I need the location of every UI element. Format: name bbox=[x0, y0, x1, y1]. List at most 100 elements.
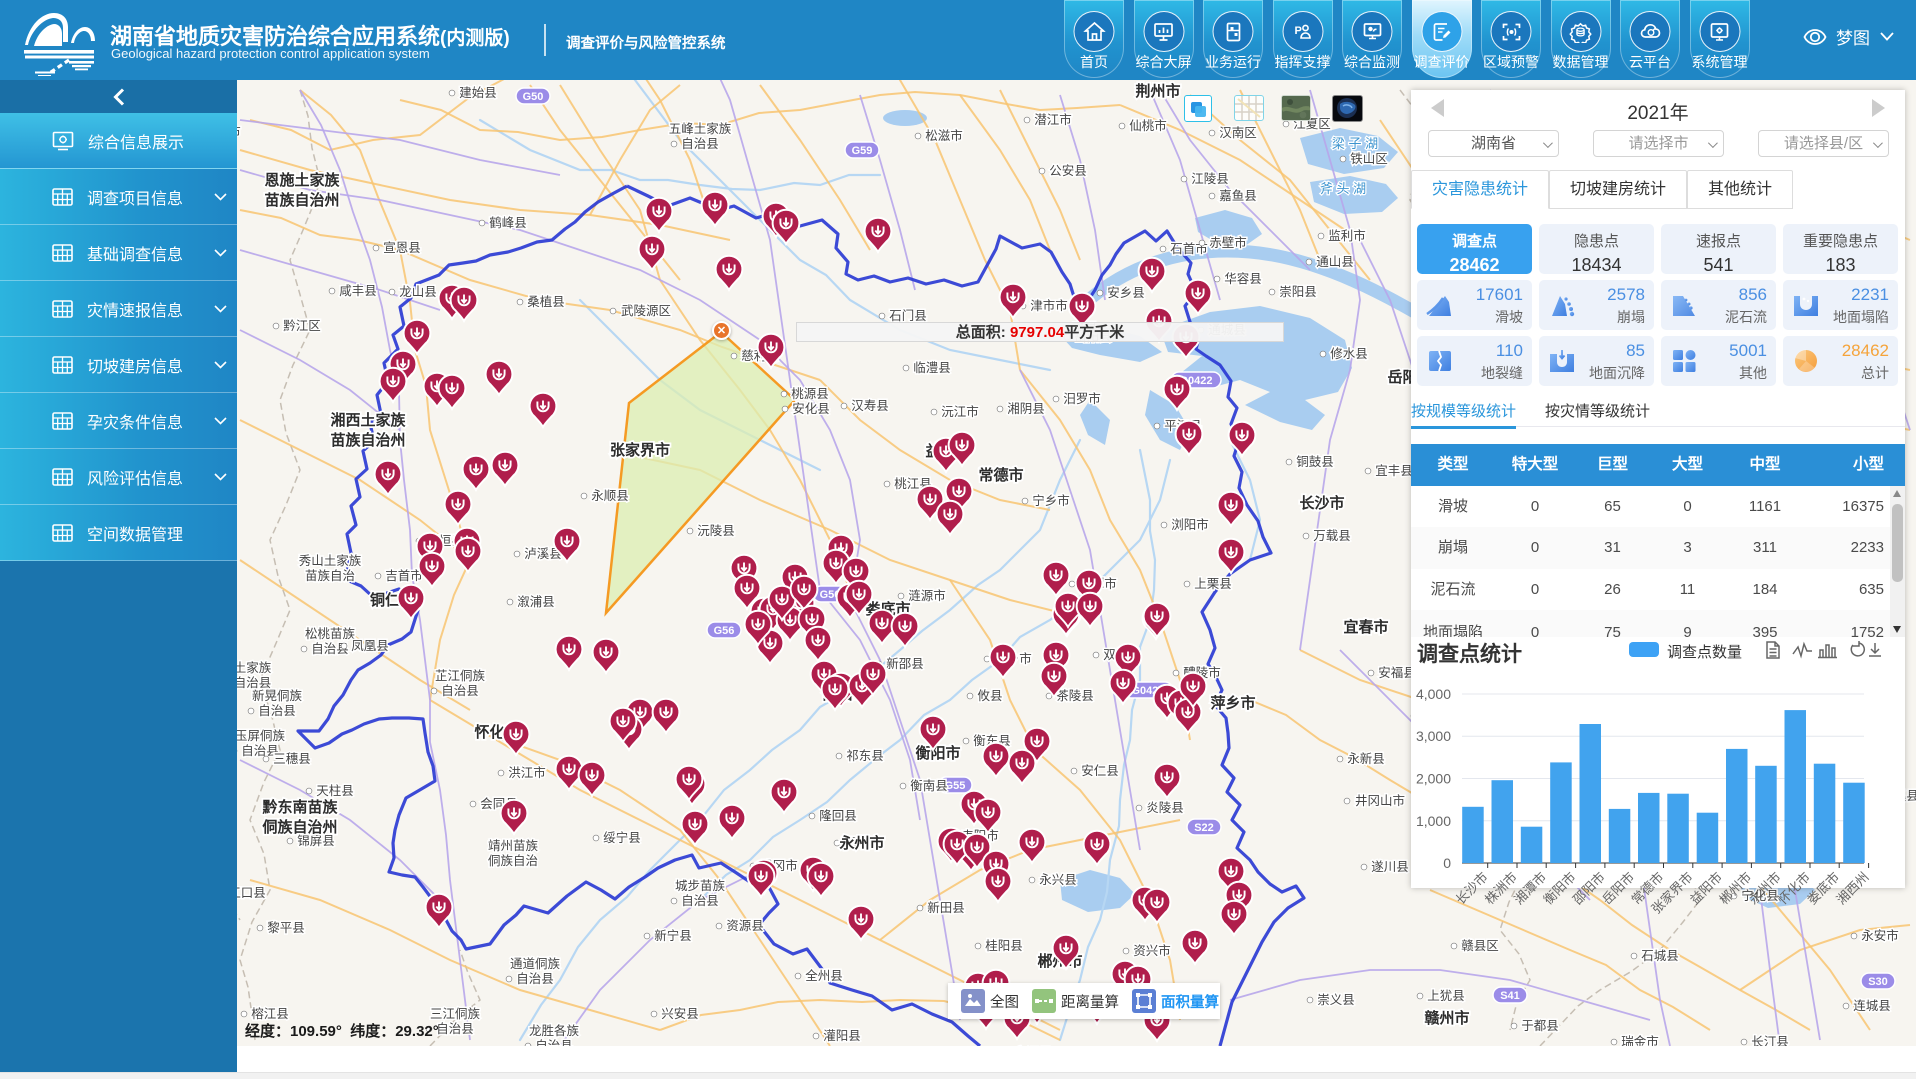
svg-text:三穗县: 三穗县 bbox=[273, 752, 311, 766]
svg-text:祁东县: 祁东县 bbox=[846, 748, 884, 763]
svg-text:侗族自治: 侗族自治 bbox=[488, 854, 538, 868]
svg-text:长汀县: 长汀县 bbox=[1751, 1035, 1789, 1046]
svg-text:松滋市: 松滋市 bbox=[925, 128, 963, 143]
svg-text:鹤峰县: 鹤峰县 bbox=[489, 215, 527, 230]
svg-text:五峰土家族: 五峰土家族 bbox=[669, 121, 732, 136]
svg-text:永州市: 永州市 bbox=[838, 834, 884, 852]
svg-text:兴安县: 兴安县 bbox=[661, 1006, 699, 1021]
svg-text:茶陵县: 茶陵县 bbox=[1056, 688, 1094, 703]
svg-text:通山县: 通山县 bbox=[1316, 255, 1354, 269]
svg-text:衡南县: 衡南县 bbox=[910, 778, 948, 793]
svg-text:靖州苗族: 靖州苗族 bbox=[488, 839, 539, 853]
svg-text:榕江县: 榕江县 bbox=[251, 1006, 289, 1021]
svg-text:G56: G56 bbox=[714, 625, 735, 637]
svg-text:4,000: 4,000 bbox=[1416, 686, 1451, 702]
svg-text:安乡县: 安乡县 bbox=[1107, 285, 1145, 300]
svg-text:永兴县: 永兴县 bbox=[1039, 873, 1077, 887]
svg-text:长沙市: 长沙市 bbox=[1299, 494, 1344, 512]
svg-text:自治县: 自治县 bbox=[516, 972, 554, 986]
svg-text:新邵县: 新邵县 bbox=[886, 656, 924, 671]
svg-text:城步苗族: 城步苗族 bbox=[675, 879, 726, 893]
svg-text:龙胜各族: 龙胜各族 bbox=[529, 1023, 580, 1038]
svg-text:宁乡市: 宁乡市 bbox=[1032, 493, 1070, 508]
svg-text:斧 头 湖: 斧 头 湖 bbox=[1320, 181, 1366, 196]
svg-text:湘西土家族: 湘西土家族 bbox=[330, 411, 406, 429]
svg-text:荆州市: 荆州市 bbox=[1135, 82, 1180, 100]
svg-text:凤凰县: 凤凰县 bbox=[351, 639, 389, 653]
svg-text:梁 子 湖: 梁 子 湖 bbox=[1332, 136, 1378, 151]
svg-text:资源县: 资源县 bbox=[726, 919, 764, 933]
svg-text:玉屏侗族: 玉屏侗族 bbox=[235, 729, 286, 743]
svg-text:赣州市: 赣州市 bbox=[1424, 1009, 1469, 1027]
svg-text:苗族自治州: 苗族自治州 bbox=[264, 191, 339, 209]
svg-text:津市市: 津市市 bbox=[1030, 298, 1068, 313]
svg-text:江陵县: 江陵县 bbox=[1191, 172, 1229, 186]
svg-text:崇义县: 崇义县 bbox=[1317, 993, 1355, 1007]
svg-text:咸丰县: 咸丰县 bbox=[339, 284, 377, 298]
svg-text:赣县区: 赣县区 bbox=[1461, 939, 1499, 953]
svg-text:汨罗市: 汨罗市 bbox=[1063, 391, 1101, 406]
svg-text:永顺县: 永顺县 bbox=[591, 489, 629, 503]
svg-text:侗族自治州: 侗族自治州 bbox=[261, 818, 337, 836]
svg-text:2,000: 2,000 bbox=[1416, 771, 1451, 787]
svg-text:恩施土家族: 恩施土家族 bbox=[264, 171, 340, 189]
svg-text:秀山土家族: 秀山土家族 bbox=[299, 553, 362, 568]
svg-text:G59: G59 bbox=[852, 145, 873, 157]
svg-text:3,000: 3,000 bbox=[1416, 728, 1451, 744]
svg-text:S41: S41 bbox=[1500, 990, 1520, 1002]
svg-text:自治县: 自治县 bbox=[441, 684, 479, 698]
svg-text:桂阳县: 桂阳县 bbox=[985, 938, 1023, 953]
svg-text:瑞金市: 瑞金市 bbox=[1621, 1034, 1659, 1046]
svg-text:黎平县: 黎平县 bbox=[267, 921, 305, 935]
svg-text:上栗县: 上栗县 bbox=[1194, 577, 1232, 591]
svg-text:临澧县: 临澧县 bbox=[913, 361, 951, 375]
svg-text:炎陵县: 炎陵县 bbox=[1146, 801, 1184, 815]
svg-text:自治县: 自治县 bbox=[681, 894, 719, 908]
svg-text:新晃侗族: 新晃侗族 bbox=[252, 688, 303, 703]
svg-text:隆回县: 隆回县 bbox=[819, 808, 857, 823]
svg-text:安仁县: 安仁县 bbox=[1081, 763, 1119, 778]
svg-text:武陵源区: 武陵源区 bbox=[621, 304, 671, 318]
svg-text:新田县: 新田县 bbox=[927, 900, 965, 915]
svg-text:常德市: 常德市 bbox=[978, 466, 1023, 484]
svg-text:公安县: 公安县 bbox=[1049, 163, 1087, 178]
svg-text:S30: S30 bbox=[1868, 976, 1888, 988]
svg-text:攸县: 攸县 bbox=[977, 688, 1002, 703]
svg-text:嘉鱼县: 嘉鱼县 bbox=[1219, 189, 1257, 203]
svg-text:G50: G50 bbox=[523, 91, 544, 103]
svg-text:井冈山市: 井冈山市 bbox=[1355, 793, 1405, 808]
svg-text:宁远县: 宁远县 bbox=[1014, 1045, 1052, 1046]
svg-text:宣恩县: 宣恩县 bbox=[383, 240, 421, 255]
svg-text:溆浦县: 溆浦县 bbox=[517, 595, 555, 609]
svg-text:龙山县: 龙山县 bbox=[399, 285, 437, 299]
svg-text:绥宁县: 绥宁县 bbox=[603, 830, 641, 845]
svg-text:石城县: 石城县 bbox=[1641, 949, 1679, 963]
svg-text:1,000: 1,000 bbox=[1416, 813, 1451, 829]
svg-text:安化县: 安化县 bbox=[792, 401, 830, 416]
svg-text:全州县: 全州县 bbox=[805, 968, 843, 983]
svg-text:崇阳县: 崇阳县 bbox=[1279, 285, 1317, 299]
svg-text:于都县: 于都县 bbox=[1521, 1019, 1559, 1033]
svg-text:建始县: 建始县 bbox=[459, 86, 497, 100]
svg-text:洪江市: 洪江市 bbox=[508, 765, 546, 780]
svg-text:浏阳市: 浏阳市 bbox=[1171, 517, 1209, 532]
svg-text:连城县: 连城县 bbox=[1853, 998, 1891, 1013]
svg-text:苗族自治: 苗族自治 bbox=[305, 569, 355, 583]
svg-text:黔江区: 黔江区 bbox=[283, 318, 321, 333]
svg-text:新宁县: 新宁县 bbox=[654, 928, 692, 943]
svg-text:万载县: 万载县 bbox=[1313, 529, 1351, 543]
svg-text:沅陵县: 沅陵县 bbox=[697, 524, 735, 538]
svg-text:铜鼓县: 铜鼓县 bbox=[1296, 454, 1334, 469]
svg-text:吉首市: 吉首市 bbox=[385, 568, 423, 583]
svg-text:灌阳县: 灌阳县 bbox=[823, 1029, 861, 1043]
svg-text:自治县: 自治县 bbox=[681, 137, 719, 151]
svg-text:永新县: 永新县 bbox=[1347, 751, 1385, 766]
svg-text:监利市: 监利市 bbox=[1328, 228, 1366, 243]
svg-text:松桃苗族: 松桃苗族 bbox=[305, 626, 356, 641]
svg-text:遂川县: 遂川县 bbox=[1371, 860, 1409, 874]
svg-text:张家界市: 张家界市 bbox=[610, 441, 670, 459]
svg-text:石门县: 石门县 bbox=[889, 308, 927, 323]
svg-text:仙桃市: 仙桃市 bbox=[1129, 118, 1167, 133]
svg-text:铜仁: 铜仁 bbox=[370, 591, 400, 609]
svg-text:0: 0 bbox=[1443, 855, 1451, 871]
